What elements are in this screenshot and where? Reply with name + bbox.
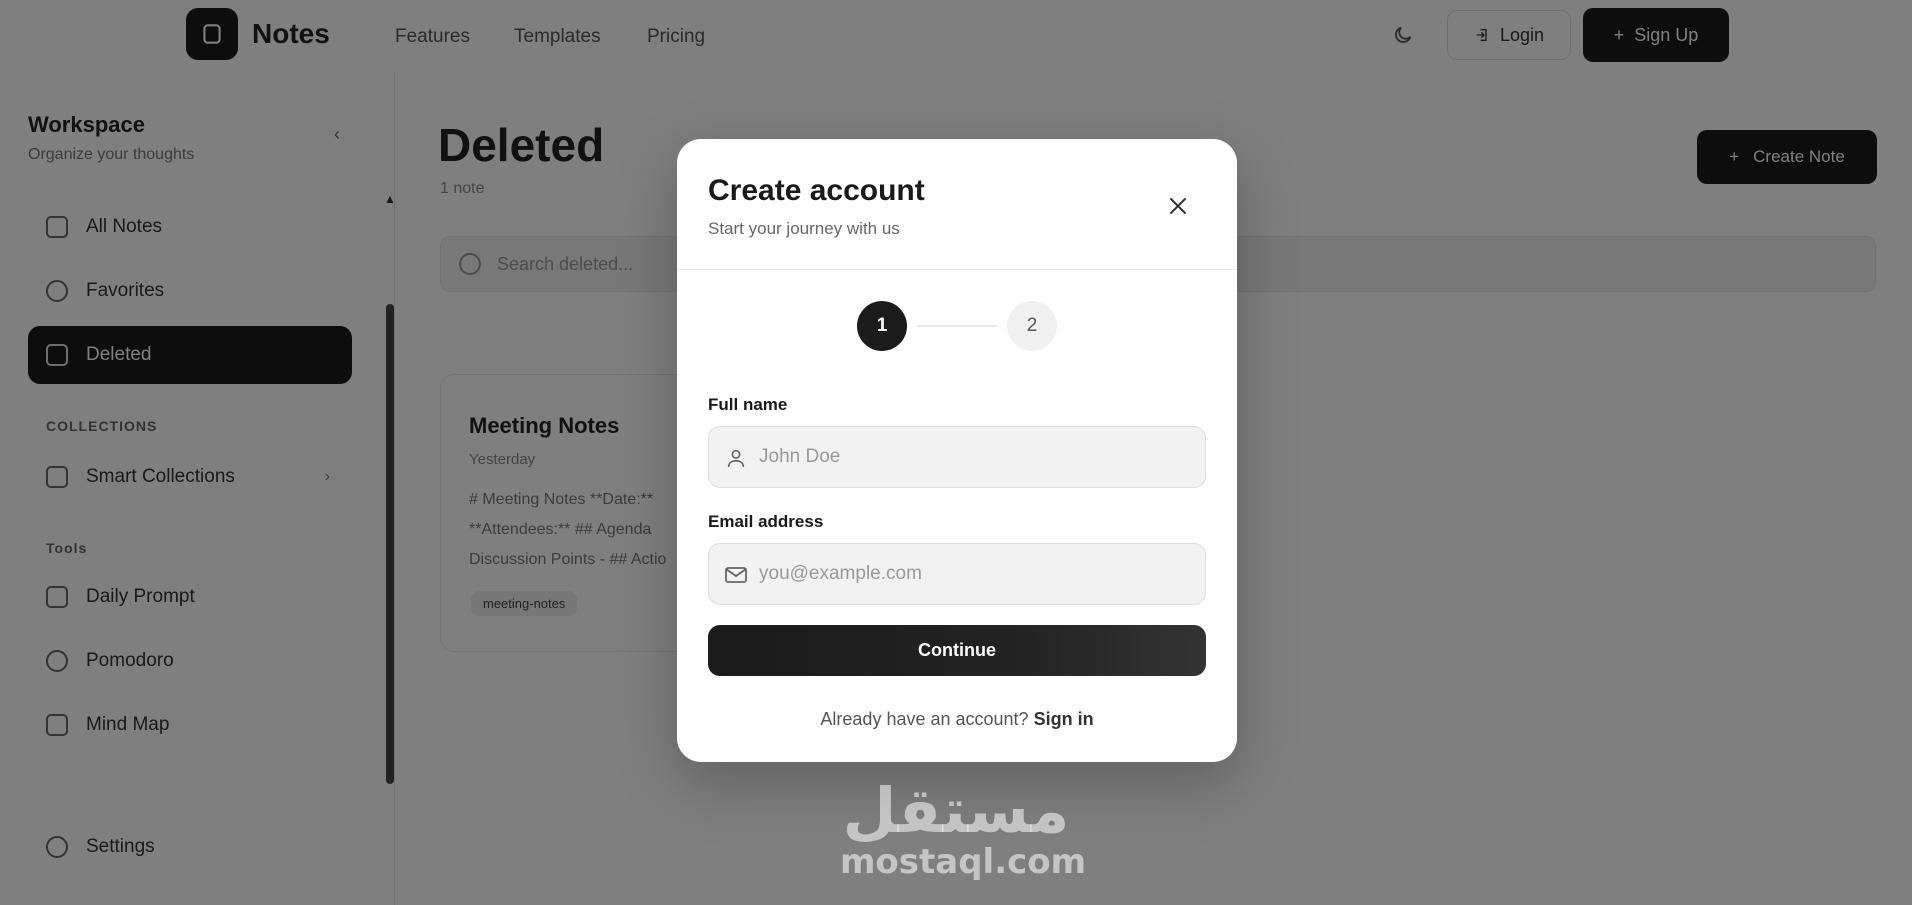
step-connector [917,325,997,327]
signin-link[interactable]: Sign in [1034,709,1094,729]
close-button[interactable] [1165,193,1191,219]
modal-title: Create account [708,174,925,207]
modal-subtitle: Start your journey with us [708,219,900,238]
full-name-field[interactable] [708,426,1206,488]
signin-row: Already have an account? Sign in [677,709,1237,730]
modal-header: Create account Start your journey with u… [677,139,1237,270]
watermark: مستقل mostaql.com [840,774,1087,883]
close-icon [1170,198,1186,214]
create-account-modal: Create account Start your journey with u… [677,139,1237,762]
full-name-label: Full name [708,395,788,414]
email-label: Email address [708,512,824,531]
full-name-input[interactable] [759,427,1189,487]
watermark-arabic: مستقل [842,774,1070,847]
email-input[interactable] [759,544,1189,604]
step-indicator-2: 2 [1007,301,1057,351]
email-field[interactable] [708,543,1206,605]
signin-prompt: Already have an account? [820,709,1029,729]
step-indicator-1: 1 [857,301,907,351]
continue-button[interactable]: Continue [708,625,1206,676]
user-icon [723,445,749,471]
watermark-latin: mostaql.com [840,842,1087,882]
mail-icon [723,562,749,588]
